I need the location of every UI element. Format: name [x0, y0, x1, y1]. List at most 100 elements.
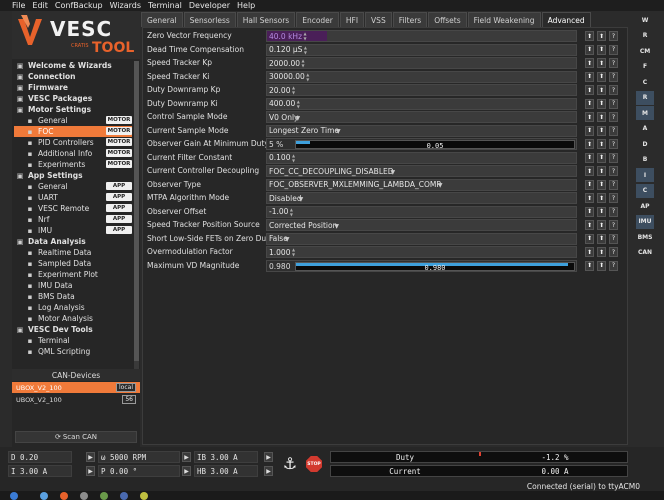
tree-item-foc[interactable]: ▪ FOC MOTOR — [14, 126, 132, 137]
tree-item-nrf[interactable]: ▪ Nrf APP — [14, 214, 132, 225]
toolbar-button[interactable]: W — [636, 13, 654, 27]
read-default-icon[interactable]: ⬆ — [585, 179, 594, 190]
menu-help[interactable]: Help — [237, 1, 255, 10]
tab-offsets[interactable]: Offsets — [428, 12, 467, 27]
play-hb-button[interactable]: ▶ — [264, 466, 273, 476]
param-spinbox[interactable]: 30000.00 ▲ ▼ — [266, 70, 577, 83]
play-duty-button[interactable]: ▶ — [86, 452, 95, 462]
read-icon[interactable]: ⬆ — [597, 71, 606, 82]
param-slider-track[interactable]: 0.980 — [295, 261, 575, 272]
can-device-row[interactable]: UBOX_V2_100 local — [12, 382, 140, 393]
param-spinbox[interactable]: 400.00 ▲ ▼ — [266, 97, 577, 110]
tree-item-bms-data[interactable]: ▪ BMS Data — [14, 291, 132, 302]
read-default-icon[interactable]: ⬆ — [585, 166, 594, 176]
spin-arrows-icon[interactable]: ▲ ▼ — [290, 247, 296, 257]
tree-item-additional-info[interactable]: ▪ Additional Info MOTOR — [14, 148, 132, 159]
spin-arrows-icon[interactable]: ▲ ▼ — [300, 58, 306, 68]
read-icon[interactable]: ⬆ — [597, 44, 606, 55]
param-dropdown[interactable]: Longest Zero Time ▼ — [266, 124, 577, 137]
tree-item-uart[interactable]: ▪ UART APP — [14, 192, 132, 203]
toolbar-button[interactable]: I — [636, 168, 654, 182]
read-default-icon[interactable]: ⬆ — [585, 85, 594, 95]
toolbar-button[interactable]: CM — [636, 44, 654, 58]
tree-item-imu[interactable]: ▪ IMU APP — [14, 225, 132, 236]
duty-input[interactable]: D 0.20 — [8, 451, 72, 463]
help-icon[interactable]: ? — [609, 98, 618, 109]
help-icon[interactable]: ? — [609, 44, 618, 55]
help-icon[interactable]: ? — [609, 179, 618, 190]
param-dropdown[interactable]: False ▼ — [266, 232, 577, 245]
read-default-icon[interactable]: ⬆ — [585, 233, 594, 244]
spin-arrows-icon[interactable]: ▲ ▼ — [290, 153, 296, 163]
taskbar-app-icon[interactable] — [120, 492, 128, 500]
taskbar-app-icon[interactable] — [10, 492, 18, 500]
read-icon[interactable]: ⬆ — [597, 139, 606, 149]
menu-confbackup[interactable]: ConfBackup — [55, 1, 103, 10]
read-icon[interactable]: ⬆ — [597, 247, 606, 257]
tree-item-general[interactable]: ▪ General APP — [14, 181, 132, 192]
tree-item-motor-settings[interactable]: ▣ Motor Settings — [14, 104, 132, 115]
menu-file[interactable]: File — [12, 1, 25, 10]
play-current-button[interactable]: ▶ — [86, 466, 95, 476]
toolbar-button[interactable]: C — [636, 75, 654, 89]
read-icon[interactable]: ⬆ — [597, 112, 606, 122]
taskbar-app-icon[interactable] — [40, 492, 48, 500]
read-default-icon[interactable]: ⬆ — [585, 193, 594, 203]
play-position-button[interactable]: ▶ — [182, 466, 191, 476]
scan-can-button[interactable]: ⟳ Scan CAN — [15, 431, 137, 443]
menu-edit[interactable]: Edit — [32, 1, 48, 10]
tree-item-log-analysis[interactable]: ▪ Log Analysis — [14, 302, 132, 313]
taskbar-app-icon[interactable] — [100, 492, 108, 500]
param-dropdown[interactable]: Disabled ▼ — [266, 192, 577, 204]
tab-general[interactable]: General — [141, 12, 183, 27]
help-icon[interactable]: ? — [609, 85, 618, 95]
help-icon[interactable]: ? — [609, 166, 618, 176]
read-icon[interactable]: ⬆ — [597, 85, 606, 95]
read-default-icon[interactable]: ⬆ — [585, 31, 594, 41]
spin-arrows-icon[interactable]: ▲ ▼ — [288, 207, 294, 217]
help-icon[interactable]: ? — [609, 233, 618, 244]
param-slider[interactable]: 5 % 0.05 — [266, 138, 577, 150]
read-default-icon[interactable]: ⬆ — [585, 247, 594, 257]
read-default-icon[interactable]: ⬆ — [585, 98, 594, 109]
toolbar-button[interactable]: C — [636, 183, 654, 198]
help-icon[interactable]: ? — [609, 31, 618, 41]
param-spinbox[interactable]: 0.120 µS ▲ ▼ — [266, 43, 577, 56]
read-icon[interactable]: ⬆ — [597, 220, 606, 230]
tree-item-data-analysis[interactable]: ▣ Data Analysis — [14, 236, 132, 247]
ib-input[interactable]: IB 3.00 A — [194, 451, 258, 463]
param-spinbox[interactable]: 2000.00 ▲ ▼ — [266, 57, 577, 69]
toolbar-button[interactable]: R — [636, 90, 654, 105]
param-spinbox[interactable]: -1.00 ▲ ▼ — [266, 205, 577, 218]
taskbar-app-icon[interactable] — [80, 492, 88, 500]
param-spinbox[interactable]: 1.000 ▲ ▼ — [266, 246, 577, 258]
tab-field-weakening[interactable]: Field Weakening — [467, 12, 541, 27]
param-spinbox[interactable]: 20.00 ▲ ▼ — [266, 84, 577, 96]
tree-item-pid-controllers[interactable]: ▪ PID Controllers MOTOR — [14, 137, 132, 148]
help-icon[interactable]: ? — [609, 71, 618, 82]
read-default-icon[interactable]: ⬆ — [585, 206, 594, 217]
tree-item-experiments[interactable]: ▪ Experiments MOTOR — [14, 159, 132, 170]
read-icon[interactable]: ⬆ — [597, 206, 606, 217]
read-default-icon[interactable]: ⬆ — [585, 139, 594, 149]
param-dropdown[interactable]: FOC_OBSERVER_MXLEMMING_LAMBDA_COMP ▼ — [266, 178, 577, 191]
tree-item-welcome-wizards[interactable]: ▣ Welcome & Wizards — [14, 60, 132, 71]
param-spinbox[interactable]: 40.0 kHz ▲ ▼ — [266, 30, 577, 42]
tree-item-sampled-data[interactable]: ▪ Sampled Data — [14, 258, 132, 269]
read-icon[interactable]: ⬆ — [597, 233, 606, 244]
tree-item-vesc-remote[interactable]: ▪ VESC Remote APP — [14, 203, 132, 214]
menu-terminal[interactable]: Terminal — [148, 1, 182, 10]
spin-arrows-icon[interactable]: ▲ ▼ — [305, 72, 311, 82]
tab-advanced[interactable]: Advanced — [541, 12, 591, 27]
tree-item-experiment-plot[interactable]: ▪ Experiment Plot — [14, 269, 132, 280]
read-default-icon[interactable]: ⬆ — [585, 44, 594, 55]
tree-item-terminal[interactable]: ▪ Terminal — [14, 335, 132, 346]
rpm-input[interactable]: ω 5000 RPM — [98, 451, 180, 463]
play-rpm-button[interactable]: ▶ — [182, 452, 191, 462]
tree-scrollbar[interactable] — [134, 61, 139, 371]
toolbar-button[interactable]: D — [636, 137, 654, 151]
param-slider-track[interactable]: 0.05 — [295, 140, 575, 150]
tree-item-connection[interactable]: ▣ Connection — [14, 71, 132, 82]
toolbar-button[interactable]: M — [636, 106, 654, 120]
read-icon[interactable]: ⬆ — [597, 98, 606, 109]
